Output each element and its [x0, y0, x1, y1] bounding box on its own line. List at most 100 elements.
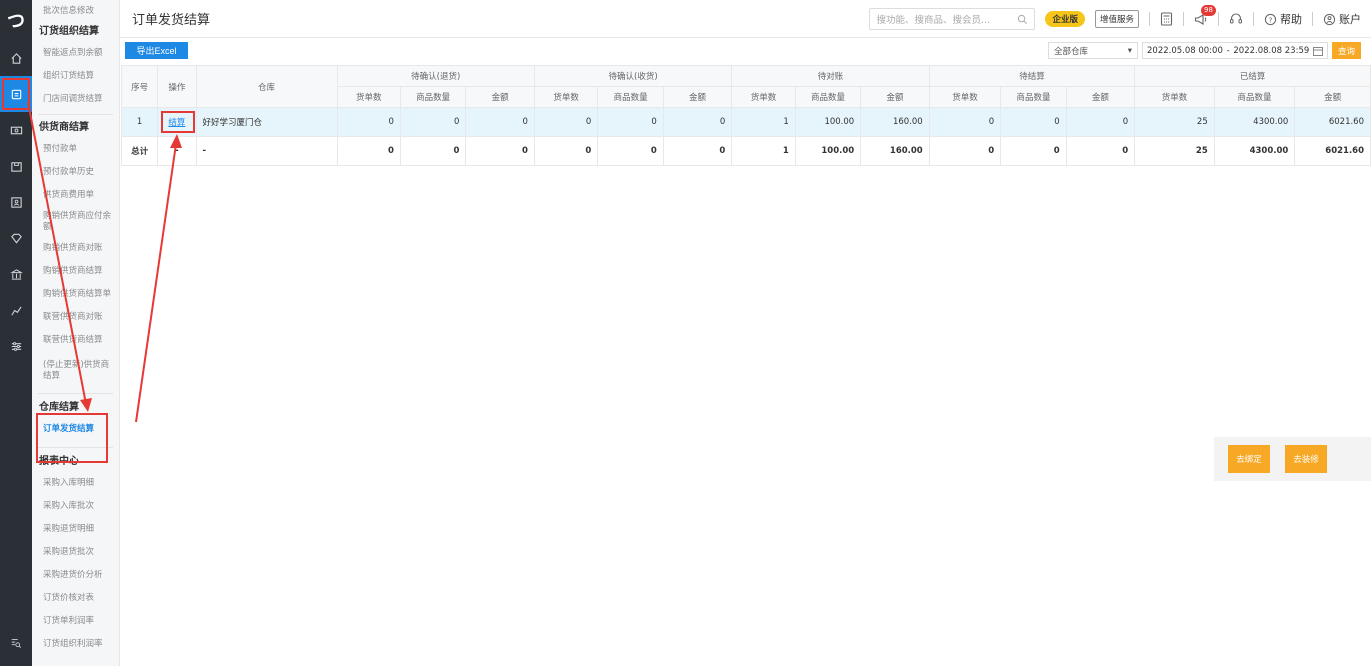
table-row[interactable]: 1 结算 好好学习厦门仓 0 0 0 0 0 0 1 100.00 160.00…: [120, 107, 1371, 137]
date-end: 2022.08.08 23:59: [1233, 45, 1310, 56]
cell-value: 0: [465, 136, 535, 166]
menu-item[interactable]: 联营供货商结算: [32, 329, 119, 352]
cell-warehouse: 好好学习厦门仓: [195, 107, 338, 137]
cell-operation: -: [157, 136, 197, 166]
menu-item[interactable]: 采购入库批次: [32, 495, 119, 518]
cell-value: 0: [1000, 107, 1067, 137]
col-index: 序号: [120, 65, 159, 108]
annotation-box-menu: [36, 413, 108, 463]
date-range-picker[interactable]: 2022.05.08 00:00 - 2022.08.08 23:59: [1142, 42, 1328, 59]
analytics-icon[interactable]: [0, 292, 32, 328]
cell-total-label: 总计: [120, 136, 159, 166]
col-item-qty: 商品数量: [399, 86, 467, 108]
menu-item[interactable]: 供货商费用单: [32, 184, 119, 207]
menu-item[interactable]: (停止更新)供货商结算: [32, 352, 119, 390]
menu-divider: [38, 393, 113, 394]
menu-item[interactable]: 门店间调货结算: [32, 88, 119, 111]
menu-group-supplier: 供货商结算: [39, 122, 89, 133]
menu-search-icon[interactable]: [0, 637, 32, 652]
cell-value: 0: [336, 136, 401, 166]
global-search-input[interactable]: 搜功能、搜商品、搜会员...: [869, 8, 1036, 30]
notification-group[interactable]: 98: [1194, 4, 1216, 26]
account-link[interactable]: 账户: [1323, 11, 1361, 27]
col-amount: 金额: [1065, 86, 1136, 108]
calendar-icon: [1312, 46, 1323, 56]
floating-action-panel: 去绑定 去装修: [1214, 437, 1371, 481]
menu-item[interactable]: 采购入库明细: [32, 472, 119, 495]
menu-item[interactable]: 订货单利润率: [32, 610, 119, 633]
menu-item-batch-edit[interactable]: 批次信息修改: [32, 0, 119, 22]
menu-item[interactable]: 采购退货批次: [32, 541, 119, 564]
finance-icon[interactable]: [0, 76, 32, 112]
col-item-qty: 商品数量: [597, 86, 664, 108]
help-icon: ?: [1264, 13, 1277, 25]
menu-item[interactable]: 联营供货商对账: [32, 306, 119, 329]
top-bar: 订单发货结算 搜功能、搜商品、搜会员... 企业版 增值服务 98 ? 帮助 账…: [120, 0, 1371, 38]
app-root: つ 批次信息修改 订货组织结算 智能返点到余额 组织订货结算 门店间调货结算 供…: [0, 0, 1371, 666]
menu-item[interactable]: 组织订货结算: [32, 65, 119, 88]
cell-value: 0: [1065, 136, 1136, 166]
menu-item[interactable]: 预付款单历史: [32, 161, 119, 184]
user-icon: [1323, 13, 1336, 25]
col-order-count: 货单数: [1134, 86, 1215, 108]
query-button[interactable]: 查询: [1332, 42, 1361, 59]
cell-value: 1: [731, 136, 796, 166]
logo[interactable]: つ: [0, 0, 32, 40]
col-order-count: 货单数: [336, 86, 401, 108]
cash-icon[interactable]: [0, 112, 32, 148]
divider: [1218, 12, 1219, 26]
col-item-qty: 商品数量: [794, 86, 862, 108]
cell-value: 0: [533, 136, 599, 166]
group-pending-receipt: 待确认(收货): [533, 65, 733, 87]
cell-value: 0: [465, 107, 535, 137]
account-label: 账户: [1339, 13, 1361, 26]
annotation-arrow-line: [135, 143, 177, 423]
member-card-icon[interactable]: [0, 184, 32, 220]
top-bar-actions: 搜功能、搜商品、搜会员... 企业版 增值服务 98 ? 帮助 账户: [869, 0, 1361, 38]
cell-value: 6021.60: [1294, 107, 1371, 137]
help-label: 帮助: [1280, 13, 1302, 26]
cell-value: 100.00: [794, 107, 862, 137]
divider: [1183, 12, 1184, 26]
bind-button[interactable]: 去绑定: [1228, 445, 1270, 473]
cell-value: 0: [399, 136, 467, 166]
total-row: 总计 - - 0 0 0 0 0 0 1 100.00 160.00 0 0 0…: [120, 136, 1371, 166]
export-excel-button[interactable]: 导出Excel: [125, 42, 188, 59]
home-icon[interactable]: [0, 40, 32, 76]
menu-item[interactable]: 智能返点到余额: [32, 42, 119, 65]
settings-sliders-icon[interactable]: [0, 328, 32, 364]
icon-rail: つ: [0, 0, 32, 666]
cell-value: 0: [1000, 136, 1067, 166]
sub-menu: 批次信息修改 订货组织结算 智能返点到余额 组织订货结算 门店间调货结算 供货商…: [32, 0, 120, 666]
cell-value: 160.00: [860, 107, 930, 137]
menu-item[interactable]: 订货组织利润率: [32, 633, 119, 656]
decorate-button[interactable]: 去装修: [1285, 445, 1327, 473]
menu-item[interactable]: 订货价核对表: [32, 587, 119, 610]
menu-group-order-org: 订货组织结算: [39, 26, 99, 37]
chevron-down-icon: ▾: [1127, 45, 1132, 56]
menu-item[interactable]: 采购退货明细: [32, 518, 119, 541]
warehouse-select[interactable]: 全部仓库 ▾: [1048, 42, 1138, 59]
cell-value: 160.00: [860, 136, 930, 166]
menu-item[interactable]: 预付款单: [32, 138, 119, 161]
menu-item[interactable]: 采购进货价分析: [32, 564, 119, 587]
bank-icon[interactable]: [0, 256, 32, 292]
menu-item[interactable]: 购销供货商结算单: [32, 283, 119, 306]
edition-badge[interactable]: 企业版: [1045, 11, 1085, 27]
value-service-button[interactable]: 增值服务: [1094, 10, 1139, 28]
calculator-icon[interactable]: [1160, 12, 1173, 26]
headset-icon[interactable]: [1229, 12, 1243, 26]
cell-index: 1: [120, 107, 159, 137]
menu-item[interactable]: 购销供货商应付余额: [32, 207, 119, 237]
store-icon[interactable]: [0, 148, 32, 184]
col-order-count: 货单数: [731, 86, 796, 108]
group-pending-settle: 待结算: [928, 65, 1136, 87]
diamond-icon[interactable]: [0, 220, 32, 256]
menu-item[interactable]: 购销供货商对账: [32, 237, 119, 260]
menu-item[interactable]: 购销供货商结算: [32, 260, 119, 283]
svg-text:?: ?: [1269, 15, 1273, 24]
help-link[interactable]: ? 帮助: [1264, 11, 1302, 27]
search-icon[interactable]: [1017, 14, 1028, 25]
col-amount: 金额: [662, 86, 733, 108]
search-placeholder: 搜功能、搜商品、搜会员...: [876, 15, 991, 26]
